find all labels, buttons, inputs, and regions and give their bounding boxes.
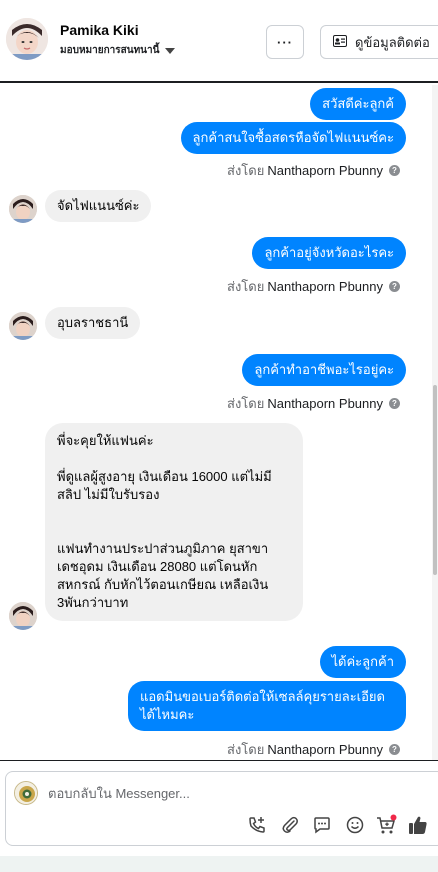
message-line: พี่ดูแลผู้สูงอายุ เงินเดือน 16000 แต่ไม่… — [57, 469, 272, 484]
more-options-label: ··· — [277, 34, 293, 50]
chevron-down-icon — [165, 48, 176, 54]
outgoing-message[interactable]: ได้ค่ะลูกค้า — [319, 646, 406, 678]
contact-avatar-small — [9, 195, 37, 223]
message-line: เดชอุดม เงินเดือน 28080 แต่โดนหัก — [57, 559, 258, 574]
incoming-message-long[interactable]: พี่จะคุยให้แฟนค่ะ พี่ดูแลผู้สูงอายุ เงิน… — [45, 423, 303, 621]
sent-by-prefix: ส่งโดย — [227, 279, 265, 294]
info-icon[interactable]: ? — [389, 744, 400, 755]
sent-by-name: Nanthaporn Pbunny — [267, 742, 383, 757]
sent-by-prefix: ส่งโดย — [227, 163, 265, 178]
sent-by-line: ส่งโดย Nanthaporn Pbunny ? — [227, 160, 400, 181]
message-line: สลิป ไม่มีใบรับรอง — [57, 487, 160, 502]
reply-composer — [5, 771, 438, 846]
assign-conversation-dropdown[interactable]: มอบหมายการสนทนานี้ — [60, 43, 176, 58]
emoji-icon[interactable] — [344, 814, 366, 836]
sent-by-line: ส่งโดย Nanthaporn Pbunny ? — [227, 393, 400, 414]
contact-avatar-small — [9, 312, 37, 340]
sent-by-name: Nanthaporn Pbunny — [267, 396, 383, 411]
page-avatar — [14, 781, 38, 805]
contact-avatar-image — [6, 18, 48, 60]
scrollbar-thumb[interactable] — [433, 385, 437, 575]
contact-card-icon — [333, 34, 347, 50]
attachment-icon[interactable] — [279, 814, 301, 836]
message-line: แอดมินขอเบอร์ติดต่อให้เซลล์คุยรายละเอียด — [140, 689, 385, 704]
message-line: แฟนทำงานประปาส่วนภูมิภาค ยุสาขา — [57, 541, 269, 556]
outgoing-message[interactable]: ลูกค้าอยู่จังหวัดอะไรคะ — [252, 237, 406, 269]
view-contact-info-button[interactable]: ดูข้อมูลติดต่อ — [320, 25, 438, 59]
divider — [0, 760, 438, 761]
message-line: 3พันกว่าบาท — [57, 595, 129, 610]
incoming-message[interactable]: อุบลราชธานี — [45, 307, 141, 339]
incoming-message[interactable]: จัดไฟแนนซ์ค่ะ — [45, 190, 152, 222]
footer-band — [0, 856, 438, 872]
contact-name[interactable]: Pamika Kiki — [60, 22, 139, 38]
message-line: พี่จะคุยให้แฟนค่ะ — [57, 433, 154, 448]
info-icon[interactable]: ? — [389, 165, 400, 176]
sent-by-line: ส่งโดย Nanthaporn Pbunny ? — [227, 276, 400, 297]
contact-avatar-small — [9, 602, 37, 630]
outgoing-message-long[interactable]: แอดมินขอเบอร์ติดต่อให้เซลล์คุยรายละเอียด… — [128, 681, 406, 731]
message-line: ได้ไหมคะ — [140, 707, 195, 722]
outgoing-message[interactable]: ลูกค้าทำอาชีพอะไรอยู่คะ — [242, 354, 406, 386]
message-line: สหกรณ์ กับหักไว้ตอนเกษียณ เหลือเงิน — [57, 577, 269, 592]
chat-bubble-icon[interactable] — [311, 814, 333, 836]
reply-input[interactable] — [48, 786, 408, 801]
sent-by-prefix: ส่งโดย — [227, 396, 265, 411]
sent-by-prefix: ส่งโดย — [227, 742, 265, 757]
info-icon[interactable]: ? — [389, 281, 400, 292]
sent-by-name: Nanthaporn Pbunny — [267, 163, 383, 178]
messenger-conversation: Pamika Kiki มอบหมายการสนทนานี้ ··· ดูข้อ… — [0, 0, 438, 872]
contact-avatar[interactable] — [6, 18, 48, 60]
assign-label: มอบหมายการสนทนานี้ — [60, 45, 160, 56]
thread-scrollbar[interactable] — [432, 85, 438, 760]
thumbs-up-icon[interactable] — [407, 814, 429, 836]
sent-by-line: ส่งโดย Nanthaporn Pbunny ? — [227, 739, 400, 760]
sent-by-name: Nanthaporn Pbunny — [267, 279, 383, 294]
view-contact-info-label: ดูข้อมูลติดต่อ — [355, 34, 430, 50]
call-add-icon[interactable] — [246, 814, 268, 836]
conversation-header: Pamika Kiki มอบหมายการสนทนานี้ ··· ดูข้อ… — [0, 0, 438, 83]
info-icon[interactable]: ? — [389, 398, 400, 409]
cart-icon[interactable] — [375, 814, 397, 836]
outgoing-message[interactable]: สวัสดีค่ะลูกค้ — [310, 88, 406, 120]
outgoing-message[interactable]: ลูกค้าสนใจซื้อสดรหือจัดไฟแนนซ์คะ — [180, 122, 406, 154]
message-thread[interactable]: สวัสดีค่ะลูกค้ ลูกค้าสนใจซื้อสดรหือจัดไฟ… — [0, 85, 432, 760]
more-options-button[interactable]: ··· — [266, 25, 304, 59]
